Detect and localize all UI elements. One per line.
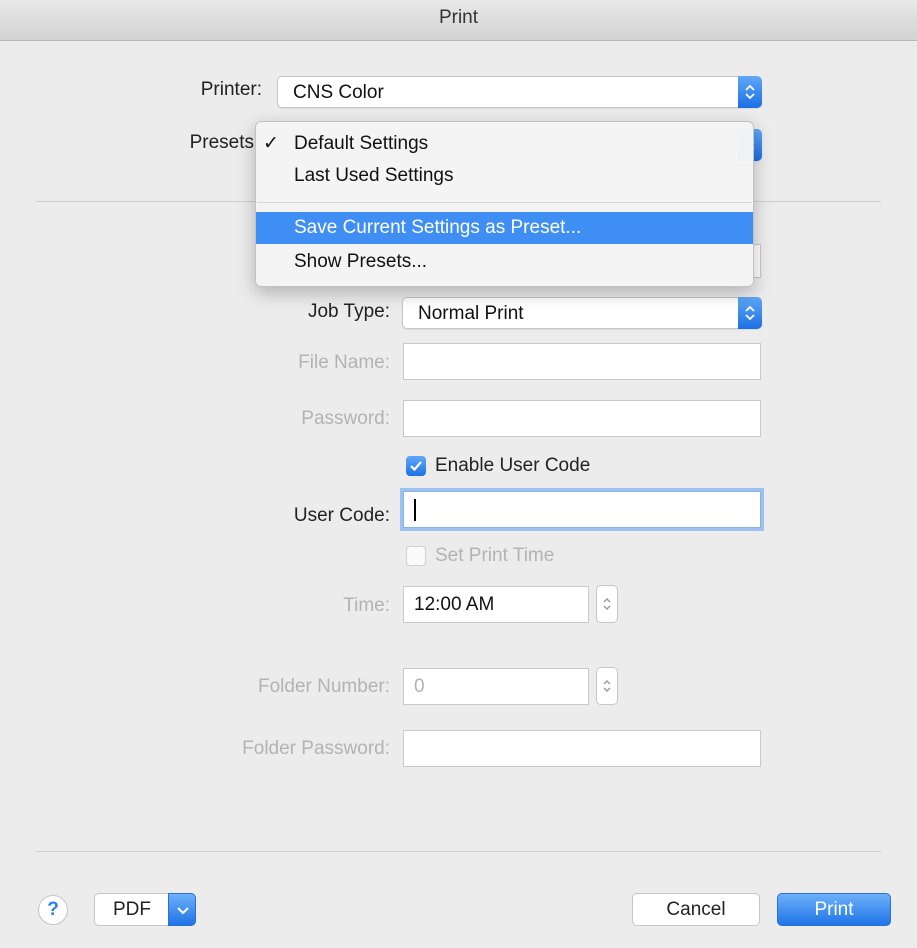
- time-stepper[interactable]: [596, 585, 618, 623]
- help-button[interactable]: ?: [38, 895, 68, 925]
- folder-number-label: Folder Number:: [258, 676, 390, 697]
- folder-password-label: Folder Password:: [242, 738, 390, 759]
- folder-number-field[interactable]: 0: [403, 668, 589, 705]
- popup-arrows-icon: [738, 297, 762, 329]
- menu-item-label: Save Current Settings as Preset...: [294, 217, 582, 238]
- menu-item-save-preset[interactable]: Save Current Settings as Preset...: [256, 212, 753, 244]
- footer-divider: [36, 851, 881, 852]
- time-label: Time:: [343, 595, 390, 616]
- menu-item-label: Default Settings: [294, 133, 429, 154]
- presets-label: Presets: [189, 132, 254, 153]
- printer-label: Printer:: [200, 79, 262, 100]
- printer-select[interactable]: CNS Color: [277, 76, 762, 108]
- menu-item-default-settings[interactable]: ✓ Default Settings: [256, 128, 753, 160]
- window-title: Print: [0, 0, 917, 41]
- chevron-down-icon: [177, 907, 189, 915]
- printer-value: CNS Color: [293, 82, 384, 103]
- folder-password-field[interactable]: [403, 730, 761, 767]
- file-name-field[interactable]: [403, 343, 761, 380]
- set-print-time-label: Set Print Time: [435, 545, 555, 566]
- job-type-select[interactable]: Normal Print: [402, 297, 762, 329]
- menu-item-last-used-settings[interactable]: Last Used Settings: [256, 160, 753, 192]
- stepper-arrows-icon: [603, 598, 611, 610]
- print-button[interactable]: Print: [777, 893, 891, 926]
- time-value: 12:00 AM: [414, 594, 495, 615]
- menu-item-label: Last Used Settings: [294, 165, 454, 186]
- folder-number-stepper[interactable]: [596, 667, 618, 705]
- password-field[interactable]: [403, 400, 761, 437]
- pdf-button[interactable]: PDF: [94, 893, 169, 926]
- enable-user-code-checkbox[interactable]: [406, 456, 426, 476]
- set-print-time-checkbox[interactable]: [406, 546, 426, 566]
- enable-user-code-label: Enable User Code: [435, 455, 591, 476]
- popup-arrows-icon: [738, 76, 762, 108]
- job-type-value: Normal Print: [418, 303, 524, 324]
- stepper-arrows-icon: [603, 680, 611, 692]
- password-label: Password:: [301, 408, 390, 429]
- file-name-label: File Name:: [298, 352, 390, 373]
- cancel-button[interactable]: Cancel: [632, 893, 760, 926]
- text-cursor: [414, 499, 416, 521]
- menu-separator: [257, 202, 752, 203]
- user-code-label: User Code:: [293, 505, 390, 526]
- menu-item-label: Show Presets...: [294, 251, 428, 272]
- checkmark-icon: ✓: [263, 133, 279, 154]
- job-type-label: Job Type:: [307, 301, 390, 322]
- time-field[interactable]: 12:00 AM: [403, 586, 589, 623]
- checkmark-icon: [410, 461, 422, 472]
- pdf-menu-button[interactable]: [168, 893, 196, 926]
- user-code-field[interactable]: [403, 491, 761, 528]
- menu-item-show-presets[interactable]: Show Presets...: [256, 246, 753, 278]
- folder-number-value: 0: [414, 676, 425, 697]
- presets-menu: ✓ Default Settings Last Used Settings Sa…: [255, 121, 754, 287]
